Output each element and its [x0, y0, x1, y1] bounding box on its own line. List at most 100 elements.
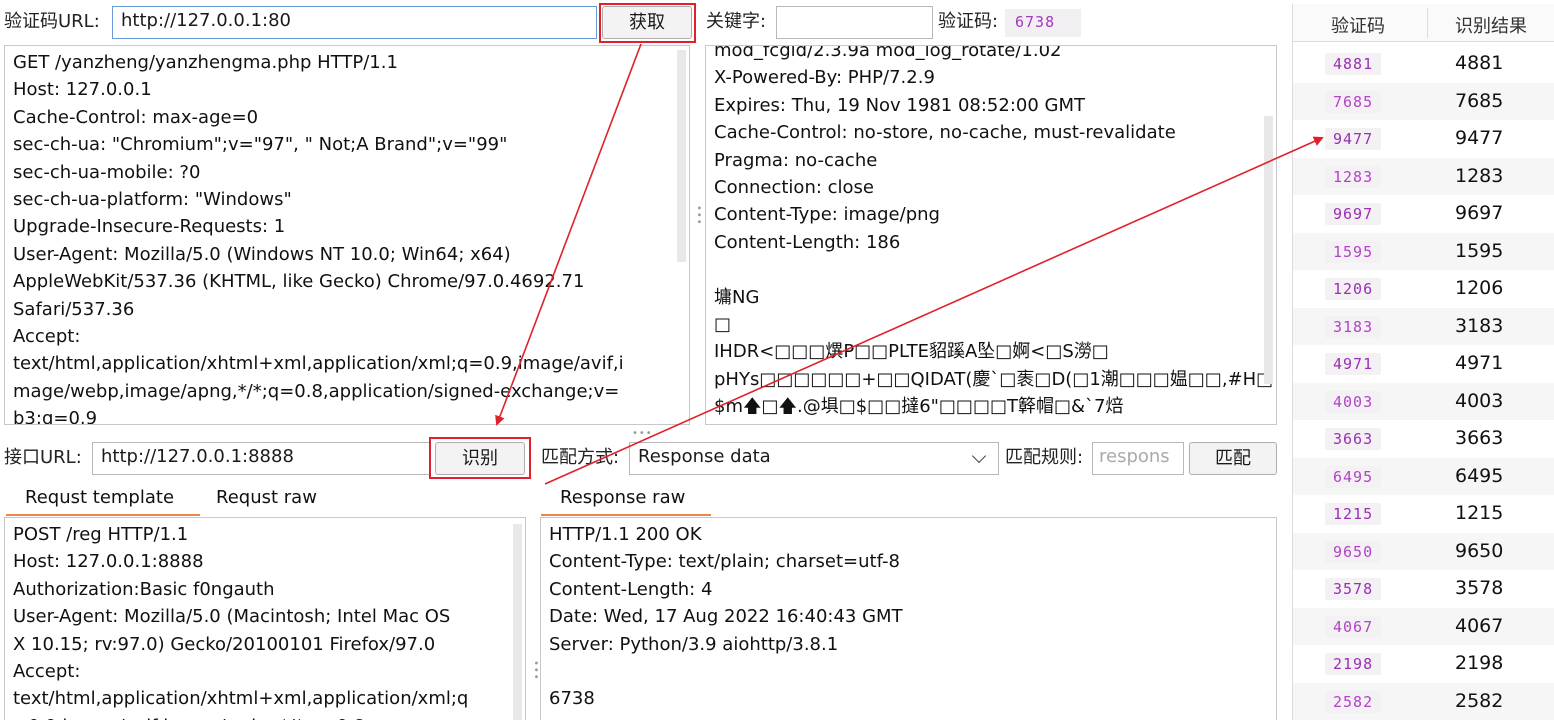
- request-text-area[interactable]: GET /yanzheng/yanzhengma.php HTTP/1.1 Hos…: [4, 45, 690, 425]
- text-line: IHDR<□□□熼P□□PLTE貂蹊A坠□婀<□S澇□: [714, 341, 1109, 363]
- table-row[interactable]: 3663 3663: [1293, 420, 1554, 458]
- col-captcha-header[interactable]: 验证码: [1331, 12, 1385, 38]
- captcha-thumbnail: 3578: [1325, 578, 1382, 600]
- table-row[interactable]: 3183 3183: [1293, 307, 1554, 345]
- captcha-url-label: 验证码URL:: [4, 11, 100, 32]
- table-row[interactable]: 1206 1206: [1293, 270, 1554, 308]
- match-rule-input[interactable]: respons: [1092, 442, 1184, 475]
- table-row[interactable]: 4003 4003: [1293, 382, 1554, 420]
- keyword-label: 关键字:: [706, 11, 767, 32]
- interface-url-label: 接口URL:: [4, 447, 82, 468]
- text-line: text/html,application/xhtml+xml,applicat…: [13, 688, 469, 710]
- table-row[interactable]: 1283 1283: [1293, 157, 1554, 195]
- result-cell: 6495: [1455, 464, 1504, 487]
- tab-request-template[interactable]: Requst template: [25, 487, 174, 509]
- captcha-thumbnail: 4067: [1325, 615, 1382, 638]
- template-scrollbar[interactable]: [513, 524, 522, 720]
- table-row[interactable]: 7685 7685: [1293, 82, 1554, 120]
- result-cell: 1215: [1455, 502, 1504, 524]
- table-row[interactable]: 9650 9650: [1293, 532, 1554, 570]
- captcha-thumbnail: 3663: [1325, 428, 1382, 450]
- text-line: GET /yanzheng/yanzhengma.php HTTP/1.1: [13, 52, 398, 73]
- table-row[interactable]: 1595 1595: [1293, 232, 1554, 270]
- result-cell: 2582: [1455, 689, 1504, 712]
- captcha-url-value: http://127.0.0.1:80: [121, 10, 291, 31]
- text-line: [714, 256, 1268, 283]
- captcha-thumbnail: 1206: [1325, 278, 1382, 300]
- tab-active-indicator: [6, 514, 200, 516]
- result-cell: 4881: [1455, 52, 1504, 74]
- text-line: Host: 127.0.0.1: [13, 79, 152, 101]
- text-line: X-Powered-By: PHP/7.2.9: [714, 67, 935, 89]
- table-row[interactable]: 2198 2198: [1293, 645, 1554, 683]
- text-line: Safari/537.36: [13, 298, 135, 320]
- table-row[interactable]: 4067 4067: [1293, 607, 1554, 645]
- request-scrollbar[interactable]: [677, 50, 686, 262]
- captcha-url-input[interactable]: http://127.0.0.1:80: [112, 6, 597, 39]
- interface-url-input[interactable]: http://127.0.0.1:8888: [92, 442, 430, 475]
- table-row[interactable]: 1215 1215: [1293, 495, 1554, 533]
- table-row[interactable]: 4971 4971: [1293, 345, 1554, 383]
- vertical-splitter[interactable]: •••: [693, 205, 704, 226]
- tab-request-raw[interactable]: Requst raw: [216, 487, 317, 509]
- match-button[interactable]: 匹配: [1189, 442, 1277, 475]
- captcha-thumbnail: 7685: [1325, 90, 1382, 113]
- text-line: b3;q=0.9: [13, 408, 98, 425]
- tab-response-raw[interactable]: Response raw: [560, 487, 685, 509]
- keyword-input[interactable]: [776, 6, 933, 39]
- table-row[interactable]: 9477 9477: [1293, 120, 1554, 158]
- col-result-header[interactable]: 识别结果: [1455, 12, 1527, 38]
- text-line: Cache-Control: max-age=0: [13, 106, 259, 128]
- text-line: POST /reg HTTP/1.1: [13, 524, 189, 545]
- result-cell: 4971: [1455, 352, 1504, 374]
- history-table: 验证码 识别结果 4881 4881 7685 7685 9477 9477 1283 128…: [1292, 4, 1554, 720]
- request-template-area[interactable]: POST /reg HTTP/1.1 Host: 127.0.0.1:8888 Au…: [4, 517, 526, 720]
- text-line: Connection: close: [714, 177, 874, 199]
- captcha-thumbnail: 9650: [1325, 540, 1382, 563]
- horizontal-splitter[interactable]: •••: [632, 428, 653, 439]
- text-line: text/html,application/xhtml+xml,applicat…: [13, 353, 624, 375]
- text-line: mage/webp,image/apng,*/*;q=0.8,applicati…: [13, 380, 620, 402]
- text-line: User-Agent: Mozilla/5.0 (Windows NT 10.0…: [13, 243, 511, 265]
- text-line: sec-ch-ua: "Chromium";v="97", " Not;A Br…: [13, 134, 508, 156]
- col-separator: [1427, 8, 1428, 38]
- recognize-button-highlight: [429, 437, 531, 479]
- text-line: Authorization:Basic f0ngauth: [13, 578, 275, 600]
- text-line: =0.9,image/avif,image/webp,*/*;q=0.8: [13, 713, 517, 720]
- response-scrollbar[interactable]: [1264, 116, 1273, 384]
- text-line: Accept:: [13, 661, 81, 683]
- text-line: sec-ch-ua-platform: "Windows": [13, 189, 292, 211]
- result-cell: 1206: [1455, 277, 1504, 299]
- response-text-area[interactable]: mod_fcgid/2.3.9a mod_log_rotate/1.02 X-Po…: [705, 45, 1277, 425]
- match-rule-placeholder: respons: [1099, 446, 1170, 467]
- text-line: Pragma: no-cache: [714, 149, 878, 171]
- text-line: Content-Length: 4: [549, 578, 713, 600]
- captcha-image: 6738: [1005, 9, 1081, 37]
- table-row[interactable]: 4881 4881: [1293, 45, 1554, 83]
- captcha-thumbnail: 1595: [1325, 240, 1382, 263]
- table-row[interactable]: 2582 2582: [1293, 682, 1554, 720]
- result-cell: 9650: [1455, 539, 1504, 562]
- text-line: sec-ch-ua-mobile: ?0: [13, 161, 201, 183]
- chevron-down-icon: [971, 448, 987, 464]
- result-cell: 1283: [1455, 164, 1504, 187]
- captcha-label: 验证码:: [938, 11, 999, 32]
- table-row[interactable]: 3578 3578: [1293, 570, 1554, 608]
- text-line: Cache-Control: no-store, no-cache, must-…: [714, 122, 1176, 144]
- text-line: Content-Length: 186: [714, 231, 901, 253]
- text-line: X 10.15; rv:97.0) Gecko/20100101 Firefox…: [13, 633, 436, 655]
- result-cell: 9697: [1455, 202, 1504, 224]
- text-line: 6738: [549, 688, 595, 710]
- response-raw-area[interactable]: HTTP/1.1 200 OK Content-Type: text/plain;…: [540, 517, 1277, 720]
- captcha-thumbnail: 3183: [1325, 315, 1382, 338]
- captcha-thumbnail: 1283: [1325, 165, 1382, 188]
- result-cell: 4003: [1455, 389, 1504, 412]
- match-method-select[interactable]: Response data: [629, 442, 999, 475]
- fetch-button-highlight: [599, 3, 696, 43]
- text-line: HTTP/1.1 200 OK: [549, 524, 702, 545]
- captcha-thumbnail: 4971: [1325, 353, 1382, 375]
- captcha-thumbnail: 1215: [1325, 503, 1382, 525]
- result-cell: 1595: [1455, 239, 1504, 262]
- table-row[interactable]: 6495 6495: [1293, 457, 1554, 495]
- table-row[interactable]: 9697 9697: [1293, 195, 1554, 233]
